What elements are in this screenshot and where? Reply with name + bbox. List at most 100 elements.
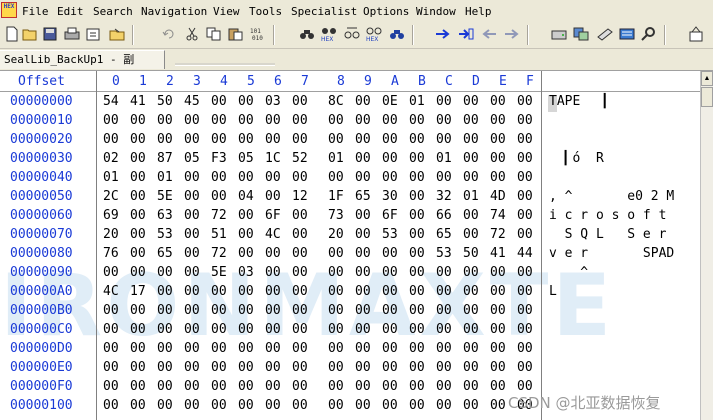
hex-byte[interactable]: 00 [409, 263, 425, 282]
hex-byte[interactable]: 00 [463, 130, 479, 149]
hex-editor[interactable]: IRONMAXTE Offset 0 1 2 3 4 5 6 7 8 9 A B… [0, 71, 713, 420]
hex-byte[interactable]: 65 [157, 244, 173, 263]
hex-byte[interactable]: 00 [292, 301, 308, 320]
hex-byte[interactable]: 45 [184, 92, 200, 111]
hex-byte[interactable]: 00 [517, 187, 533, 206]
hex-byte[interactable]: 00 [355, 206, 371, 225]
hex-byte[interactable]: 00 [130, 339, 146, 358]
hex-byte[interactable]: 00 [355, 225, 371, 244]
hex-byte[interactable]: 00 [292, 377, 308, 396]
hex-byte[interactable]: 00 [490, 263, 506, 282]
hex-byte[interactable]: 00 [382, 320, 398, 339]
hex-byte[interactable]: 00 [184, 339, 200, 358]
hex-byte[interactable]: 00 [355, 168, 371, 187]
hex-byte[interactable]: 72 [211, 244, 227, 263]
hex-byte[interactable]: 72 [211, 206, 227, 225]
hex-byte[interactable]: 1C [265, 149, 281, 168]
hex-byte[interactable]: 00 [265, 320, 281, 339]
hex-byte[interactable]: 41 [130, 92, 146, 111]
copy-icon[interactable] [205, 25, 223, 43]
hex-byte[interactable]: 00 [355, 377, 371, 396]
scroll-thumb[interactable] [701, 87, 713, 107]
hex-byte[interactable]: 00 [130, 225, 146, 244]
hex-byte[interactable]: 00 [238, 244, 254, 263]
hex-byte[interactable]: 00 [382, 168, 398, 187]
hex-byte[interactable]: 00 [355, 339, 371, 358]
search-icon[interactable] [640, 25, 658, 43]
hex-byte[interactable]: 00 [238, 111, 254, 130]
hex-byte[interactable]: 12 [292, 187, 308, 206]
hex-byte[interactable]: 03 [265, 92, 281, 111]
hex-byte[interactable]: 00 [211, 377, 227, 396]
hex-byte[interactable]: 00 [463, 111, 479, 130]
hex-byte[interactable]: 01 [103, 168, 119, 187]
save-icon[interactable] [41, 25, 59, 43]
hex-byte[interactable]: 00 [463, 396, 479, 415]
hex-byte[interactable]: 00 [490, 320, 506, 339]
hex-byte[interactable]: 00 [409, 282, 425, 301]
hex-byte[interactable]: 04 [238, 187, 254, 206]
hex-byte[interactable]: 00 [103, 263, 119, 282]
hex-byte[interactable]: 00 [103, 320, 119, 339]
hex-byte[interactable]: 00 [463, 339, 479, 358]
hex-byte[interactable]: 00 [409, 377, 425, 396]
menu-search[interactable]: Search [93, 5, 133, 18]
hex-byte[interactable]: 00 [211, 320, 227, 339]
hex-byte[interactable]: 4C [103, 282, 119, 301]
goto-sector-icon[interactable] [457, 25, 475, 43]
hex-byte[interactable]: 00 [157, 263, 173, 282]
hex-byte[interactable]: 00 [130, 396, 146, 415]
hex-byte[interactable]: 00 [436, 320, 452, 339]
hex-byte[interactable]: 69 [103, 206, 119, 225]
properties-icon[interactable] [85, 25, 103, 43]
hex-byte[interactable]: 00 [238, 92, 254, 111]
hex-byte[interactable]: 00 [517, 282, 533, 301]
hex-byte[interactable]: 66 [436, 206, 452, 225]
hex-byte[interactable]: 65 [436, 225, 452, 244]
hex-byte[interactable]: 00 [238, 377, 254, 396]
hex-byte[interactable]: 00 [328, 168, 344, 187]
hex-byte[interactable]: 00 [292, 92, 308, 111]
hex-byte[interactable]: 00 [382, 358, 398, 377]
hex-byte[interactable]: 00 [517, 263, 533, 282]
hex-byte[interactable]: 00 [490, 282, 506, 301]
hex-byte[interactable]: 00 [238, 130, 254, 149]
hex-byte[interactable]: 00 [103, 301, 119, 320]
hex-byte[interactable]: 01 [463, 187, 479, 206]
hex-byte[interactable]: 53 [436, 244, 452, 263]
hex-byte[interactable]: 00 [328, 320, 344, 339]
hex-byte[interactable]: 00 [409, 168, 425, 187]
hex-byte[interactable]: 00 [382, 282, 398, 301]
hex-byte[interactable]: 00 [238, 168, 254, 187]
hex-byte[interactable]: 00 [292, 206, 308, 225]
hex-byte[interactable]: 00 [463, 168, 479, 187]
hex-byte[interactable]: 00 [409, 206, 425, 225]
ascii-text[interactable]: ▎ó R [549, 149, 604, 168]
cut-icon[interactable] [183, 25, 201, 43]
hex-byte[interactable]: 00 [265, 168, 281, 187]
hex-byte[interactable]: 00 [157, 339, 173, 358]
hex-byte[interactable]: 4D [490, 187, 506, 206]
hex-byte[interactable]: 00 [211, 168, 227, 187]
hex-byte[interactable]: 00 [463, 320, 479, 339]
hex-byte[interactable]: 44 [517, 244, 533, 263]
hex-byte[interactable]: 00 [328, 244, 344, 263]
hex-byte[interactable]: 00 [328, 377, 344, 396]
find-icon[interactable] [298, 25, 316, 43]
hex-byte[interactable]: 00 [211, 187, 227, 206]
hex-byte[interactable]: 00 [184, 244, 200, 263]
print-icon[interactable] [63, 25, 81, 43]
hex-byte[interactable]: 00 [355, 320, 371, 339]
hex-byte[interactable]: 00 [382, 339, 398, 358]
hex-byte[interactable]: 73 [328, 206, 344, 225]
ascii-text[interactable]: ^ [549, 263, 588, 282]
hex-byte[interactable]: 00 [409, 111, 425, 130]
hex-byte[interactable]: 00 [130, 263, 146, 282]
tab-file[interactable]: SealLib_BackUp1 - 副本.dat [0, 50, 165, 84]
hex-byte[interactable]: 00 [409, 244, 425, 263]
hex-byte[interactable]: 00 [463, 377, 479, 396]
hex-byte[interactable]: 00 [355, 282, 371, 301]
hex-byte[interactable]: 00 [103, 339, 119, 358]
ascii-text[interactable]: L [549, 282, 557, 301]
paste-icon[interactable] [227, 25, 245, 43]
